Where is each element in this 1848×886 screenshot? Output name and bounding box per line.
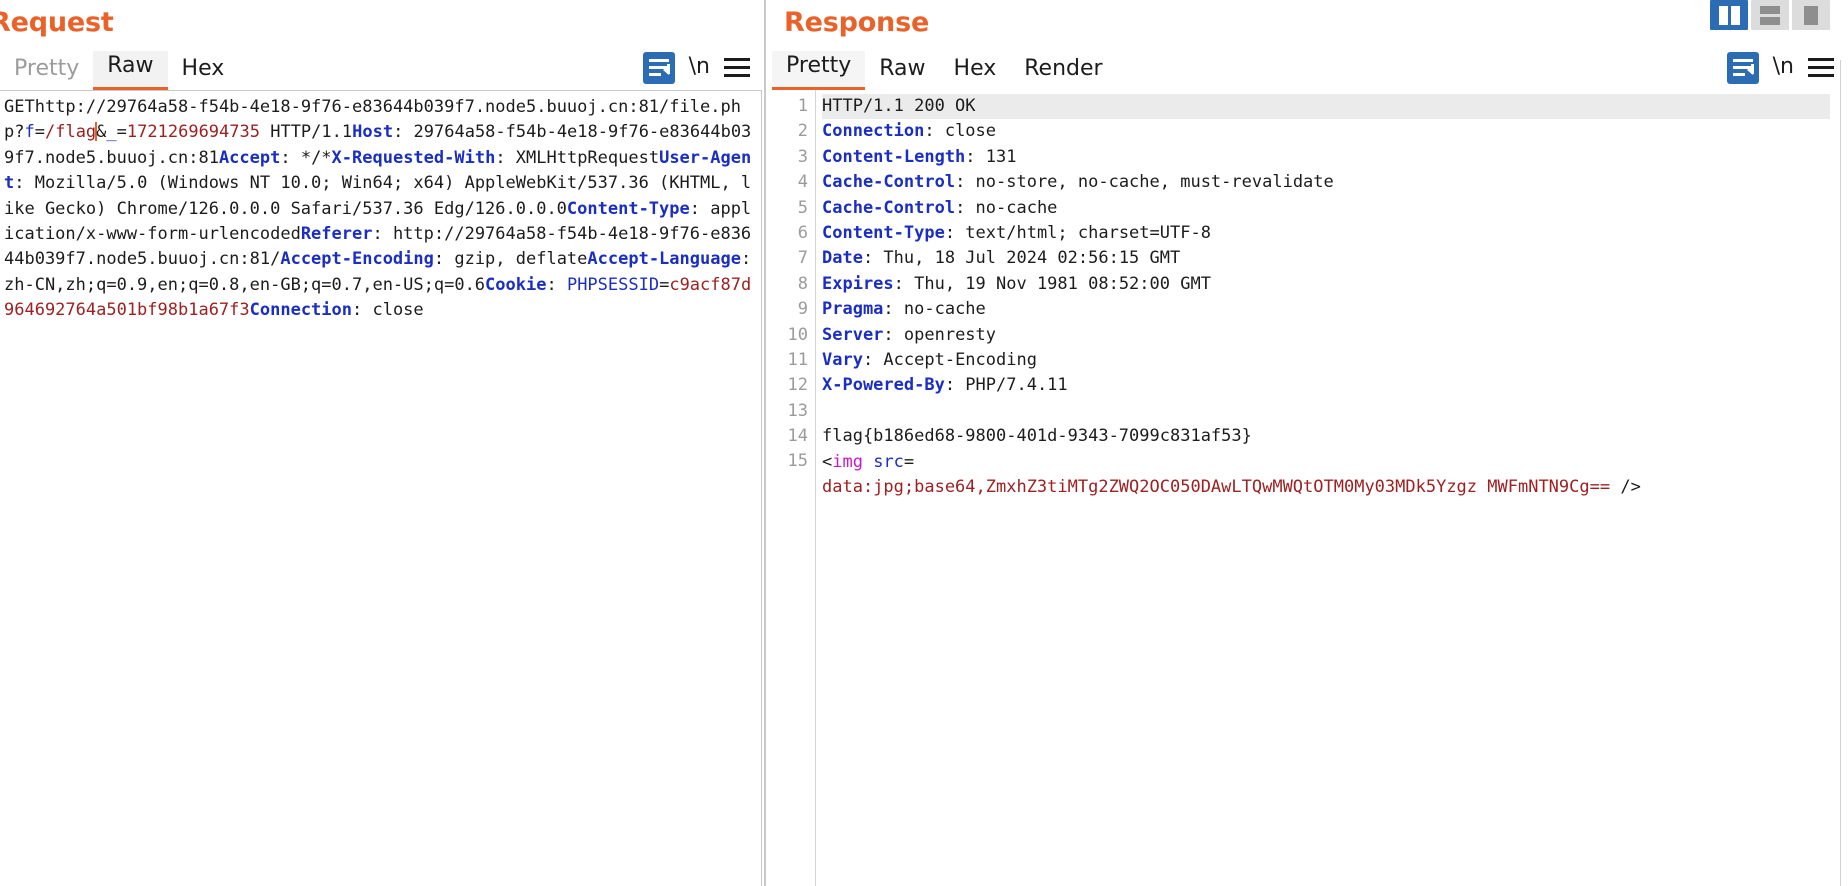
request-tab-hex[interactable]: Hex bbox=[168, 54, 239, 90]
request-line-header: Accept: */* bbox=[218, 147, 332, 168]
response-line: <img src= data:jpg;base64,ZmxhZ3tiMTg2ZWQ… bbox=[822, 451, 1641, 498]
response-line: Expires: Thu, 19 Nov 1981 08:52:00 GMT bbox=[822, 273, 1211, 294]
response-line-number: 10 bbox=[787, 324, 808, 345]
hamburger-menu-icon[interactable] bbox=[1808, 58, 1834, 78]
show-newlines-toggle[interactable]: \n bbox=[689, 56, 710, 80]
response-panel-title: Response bbox=[784, 6, 930, 38]
response-line: Vary: Accept-Encoding bbox=[822, 350, 1037, 371]
response-tab-render[interactable]: Render bbox=[1010, 54, 1116, 90]
response-tabbar: Pretty Raw Hex Render \n bbox=[766, 44, 1848, 90]
request-tab-pretty[interactable]: Pretty bbox=[0, 54, 93, 90]
response-line-number: 12 bbox=[787, 375, 808, 396]
response-line-number: 15 bbox=[787, 451, 808, 472]
response-line-number: 3 bbox=[797, 146, 808, 167]
layout-toggle-group[interactable] bbox=[1710, 0, 1830, 30]
layout-single-button[interactable] bbox=[1792, 0, 1830, 30]
response-line: Server: openresty bbox=[822, 324, 997, 345]
response-line-number: 5 bbox=[797, 197, 808, 218]
request-tools: \n bbox=[642, 52, 764, 90]
response-tab-pretty[interactable]: Pretty bbox=[772, 50, 866, 90]
response-line: Pragma: no-cache bbox=[822, 299, 986, 320]
request-line: GET bbox=[4, 97, 35, 117]
request-panel: Request Pretty Raw Hex \n GEThttp://2976… bbox=[0, 0, 764, 886]
request-line-header: X-Requested-With: XMLHttpRequest bbox=[331, 147, 660, 168]
response-line: Connection: close bbox=[822, 121, 997, 142]
response-editor[interactable]: 1 2 3 4 5 6 7 8 9 10 11 12 13 14 15 HTTP/1.1 200 OK Con… bbox=[772, 90, 1830, 886]
request-panel-title: Request bbox=[0, 6, 114, 38]
word-wrap-icon[interactable] bbox=[1726, 52, 1759, 84]
response-code[interactable]: HTTP/1.1 200 OK Connection: close Content-… bbox=[816, 90, 1830, 886]
request-tab-raw[interactable]: Raw bbox=[93, 50, 168, 90]
response-line-number: 4 bbox=[797, 172, 808, 193]
request-tabbar: Pretty Raw Hex \n bbox=[0, 44, 764, 90]
response-line-number: 11 bbox=[787, 349, 808, 370]
response-tab-hex[interactable]: Hex bbox=[940, 54, 1011, 90]
response-line-number: 1 bbox=[797, 96, 808, 116]
side-by-side-icon bbox=[1718, 5, 1740, 25]
response-tab-raw[interactable]: Raw bbox=[865, 54, 939, 90]
response-line: flag{b186ed68-9800-401d-9343-7099c831af5… bbox=[822, 426, 1252, 447]
single-pane-icon bbox=[1804, 5, 1818, 25]
hamburger-menu-icon[interactable] bbox=[724, 58, 750, 78]
response-line-number: 7 bbox=[797, 248, 808, 269]
response-tools: \n bbox=[1726, 52, 1848, 90]
burp-request-response-viewer: Request Pretty Raw Hex \n GEThttp://2976… bbox=[0, 0, 1848, 886]
response-line-number: 14 bbox=[787, 426, 808, 447]
response-line: Content-Type: text/html; charset=UTF-8 bbox=[822, 223, 1211, 244]
response-line-number: 2 bbox=[797, 121, 808, 142]
response-line: HTTP/1.1 200 OK bbox=[822, 94, 1830, 120]
request-line-header: Connection: close bbox=[249, 300, 424, 321]
request-editor[interactable]: GEThttp://29764a58-f54b-4e18-9f76-e83644… bbox=[0, 90, 762, 886]
response-line: Cache-Control: no-cache bbox=[822, 197, 1058, 218]
response-line: Content-Length: 131 bbox=[822, 146, 1017, 167]
response-line-number: 9 bbox=[797, 299, 808, 320]
request-line-header: Accept-Encoding: gzip, deflate bbox=[280, 249, 588, 270]
response-line-number: 13 bbox=[787, 400, 808, 421]
response-line-numbers: 1 2 3 4 5 6 7 8 9 10 11 12 13 14 15 bbox=[772, 90, 816, 886]
response-panel: Response Pretty Raw Hex Render \n 123456… bbox=[766, 0, 1848, 886]
show-newlines-toggle[interactable]: \n bbox=[1773, 56, 1794, 80]
stacked-layout-icon bbox=[1760, 5, 1780, 25]
response-line bbox=[822, 399, 1830, 424]
response-line: Date: Thu, 18 Jul 2024 02:56:15 GMT bbox=[822, 248, 1181, 269]
response-line-number: 8 bbox=[797, 273, 808, 294]
response-line: X-Powered-By: PHP/7.4.11 bbox=[822, 375, 1068, 396]
word-wrap-icon[interactable] bbox=[642, 52, 675, 84]
response-line: Cache-Control: no-store, no-cache, must-… bbox=[822, 172, 1334, 193]
layout-stacked-button[interactable] bbox=[1751, 0, 1789, 30]
request-code[interactable]: GEThttp://29764a58-f54b-4e18-9f76-e83644… bbox=[0, 91, 761, 886]
right-scroll-edge[interactable] bbox=[1840, 60, 1848, 886]
response-line-number: 6 bbox=[797, 222, 808, 243]
layout-side-by-side-button[interactable] bbox=[1710, 0, 1748, 30]
